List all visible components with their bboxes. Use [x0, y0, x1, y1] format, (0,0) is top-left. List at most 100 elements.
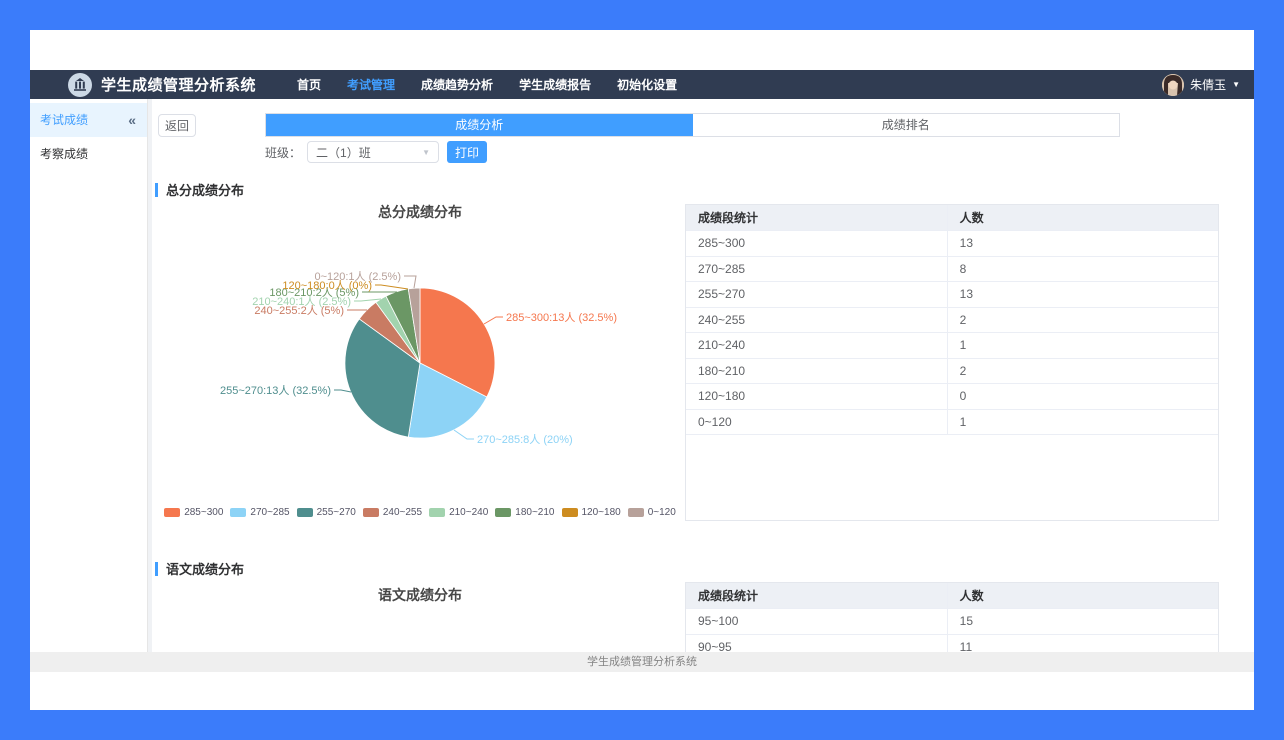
legend-label: 285~300	[184, 507, 223, 518]
sidebar-item[interactable]: 考察成绩	[30, 137, 147, 171]
pie-callout-label: 0~120:1人 (2.5%)	[314, 270, 401, 283]
pie-callout-label: 285~300:13人 (32.5%)	[506, 311, 617, 324]
table-header-cell: 人数	[947, 205, 1218, 230]
count-cell: 13	[947, 231, 1218, 256]
range-cell: 270~285	[686, 257, 947, 282]
app-logo-icon	[68, 73, 92, 97]
back-button[interactable]: 返回	[158, 114, 196, 137]
table-row[interactable]: 95~100 15	[686, 609, 1218, 635]
legend-swatch-icon	[562, 508, 578, 517]
nav-item[interactable]: 首页	[297, 76, 321, 93]
app-window: 学生成绩管理分析系统 首页 考试管理 成绩趋势分析 学生成绩报告 初始化设置 朱倩玉 ▼…	[30, 30, 1254, 710]
table-row[interactable]: 210~240 1	[686, 333, 1218, 359]
legend-swatch-icon	[363, 508, 379, 517]
nav-item[interactable]: 成绩趋势分析	[421, 76, 493, 93]
class-filter-row: 班级： 二（1）班 ▼ 打印	[265, 141, 487, 163]
range-cell: 210~240	[686, 333, 947, 358]
section-heading-total: 总分成绩分布	[155, 182, 244, 197]
legend-item[interactable]: 240~255	[363, 507, 422, 518]
count-cell: 2	[947, 308, 1218, 333]
main-content: 返回 成绩分析 成绩排名 班级： 二（1）班 ▼ 打印 总分成绩分布 285~3…	[152, 99, 1254, 652]
legend-item[interactable]: 120~180	[562, 507, 621, 518]
top-white-strip	[30, 30, 1254, 70]
legend-label: 255~270	[317, 507, 356, 518]
nav-item[interactable]: 学生成绩报告	[519, 76, 591, 93]
legend-swatch-icon	[297, 508, 313, 517]
legend-swatch-icon	[429, 508, 445, 517]
table-header-cell: 成绩段统计	[686, 205, 947, 230]
legend-label: 270~285	[250, 507, 289, 518]
section-heading-text: 总分成绩分布	[166, 180, 244, 199]
legend-swatch-icon	[495, 508, 511, 517]
count-cell: 2	[947, 359, 1218, 384]
total-score-pie-chart: 285~300:13人 (32.5%) 270~285:8人 (20%) 255~2…	[155, 200, 685, 530]
chart-title: 总分成绩分布	[155, 202, 685, 222]
total-score-table: 成绩段统计 人数 285~300 13 270~285 8 255~270 13…	[685, 204, 1219, 521]
table-row[interactable]: 0~120 1	[686, 410, 1218, 436]
table-row[interactable]: 90~95 11	[686, 635, 1218, 653]
table-row[interactable]: 285~300 13	[686, 231, 1218, 257]
section-accent-bar	[155, 562, 158, 576]
pie-callout-label: 270~285:8人 (20%)	[477, 433, 573, 446]
table-row[interactable]: 180~210 2	[686, 359, 1218, 385]
app-header: 学生成绩管理分析系统 首页 考试管理 成绩趋势分析 学生成绩报告 初始化设置 朱倩玉 ▼	[30, 70, 1254, 99]
range-cell: 240~255	[686, 308, 947, 333]
sidebar: 考试成绩«考察成绩	[30, 99, 148, 652]
legend-item[interactable]: 255~270	[297, 507, 356, 518]
table-row[interactable]: 120~180 0	[686, 384, 1218, 410]
legend-swatch-icon	[628, 508, 644, 517]
chart-title: 语文成绩分布	[155, 585, 685, 605]
legend-label: 180~210	[515, 507, 554, 518]
section-heading-text: 语文成绩分布	[166, 559, 244, 578]
class-label: 班级：	[265, 144, 301, 161]
legend-label: 0~120	[648, 507, 676, 518]
range-cell: 0~120	[686, 410, 947, 435]
table-header-cell: 成绩段统计	[686, 583, 947, 608]
count-cell: 13	[947, 282, 1218, 307]
app-title: 学生成绩管理分析系统	[101, 74, 256, 95]
class-select[interactable]: 二（1）班 ▼	[307, 141, 439, 163]
table-row[interactable]: 270~285 8	[686, 257, 1218, 283]
chinese-score-table: 成绩段统计 人数 95~100 15 90~95 11	[685, 582, 1219, 652]
user-name: 朱倩玉	[1190, 76, 1226, 93]
range-cell: 255~270	[686, 282, 947, 307]
legend-label: 240~255	[383, 507, 422, 518]
page-footer: 学生成绩管理分析系统	[30, 652, 1254, 672]
class-select-value: 二（1）班	[316, 144, 422, 161]
legend-item[interactable]: 270~285	[230, 507, 289, 518]
user-caret-icon: ▼	[1232, 80, 1240, 89]
section-heading-chinese: 语文成绩分布	[155, 561, 244, 576]
user-menu[interactable]: 朱倩玉 ▼	[1162, 74, 1240, 96]
bottom-white-strip	[30, 672, 1254, 710]
range-cell: 90~95	[686, 635, 947, 653]
nav-item[interactable]: 初始化设置	[617, 76, 677, 93]
pie-chart-svg: 285~300:13人 (32.5%)270~285:8人 (20%)255~2…	[155, 200, 685, 505]
collapse-icon[interactable]: «	[128, 103, 136, 137]
pie-legend: 285~300 270~285 255~270 240~255 210~240 …	[155, 507, 685, 518]
tab-bar: 成绩分析 成绩排名	[265, 113, 1120, 137]
footer-text: 学生成绩管理分析系统	[587, 656, 697, 668]
tab-score-ranking[interactable]: 成绩排名	[693, 114, 1120, 136]
table-header-row: 成绩段统计 人数	[686, 583, 1218, 609]
nav-item[interactable]: 考试管理	[347, 76, 395, 93]
legend-item[interactable]: 210~240	[429, 507, 488, 518]
table-row[interactable]: 255~270 13	[686, 282, 1218, 308]
count-cell: 8	[947, 257, 1218, 282]
user-avatar	[1162, 74, 1184, 96]
sidebar-item[interactable]: 考试成绩«	[30, 103, 147, 137]
print-button[interactable]: 打印	[447, 141, 487, 163]
range-cell: 180~210	[686, 359, 947, 384]
legend-item[interactable]: 180~210	[495, 507, 554, 518]
chinese-score-chart: 语文成绩分布	[155, 582, 685, 652]
tab-score-analysis[interactable]: 成绩分析	[266, 114, 693, 136]
count-cell: 11	[947, 635, 1218, 653]
table-row[interactable]: 240~255 2	[686, 308, 1218, 334]
count-cell: 15	[947, 609, 1218, 634]
legend-label: 120~180	[582, 507, 621, 518]
count-cell: 1	[947, 410, 1218, 435]
count-cell: 1	[947, 333, 1218, 358]
range-cell: 120~180	[686, 384, 947, 409]
legend-item[interactable]: 0~120	[628, 507, 676, 518]
legend-swatch-icon	[230, 508, 246, 517]
legend-item[interactable]: 285~300	[164, 507, 223, 518]
